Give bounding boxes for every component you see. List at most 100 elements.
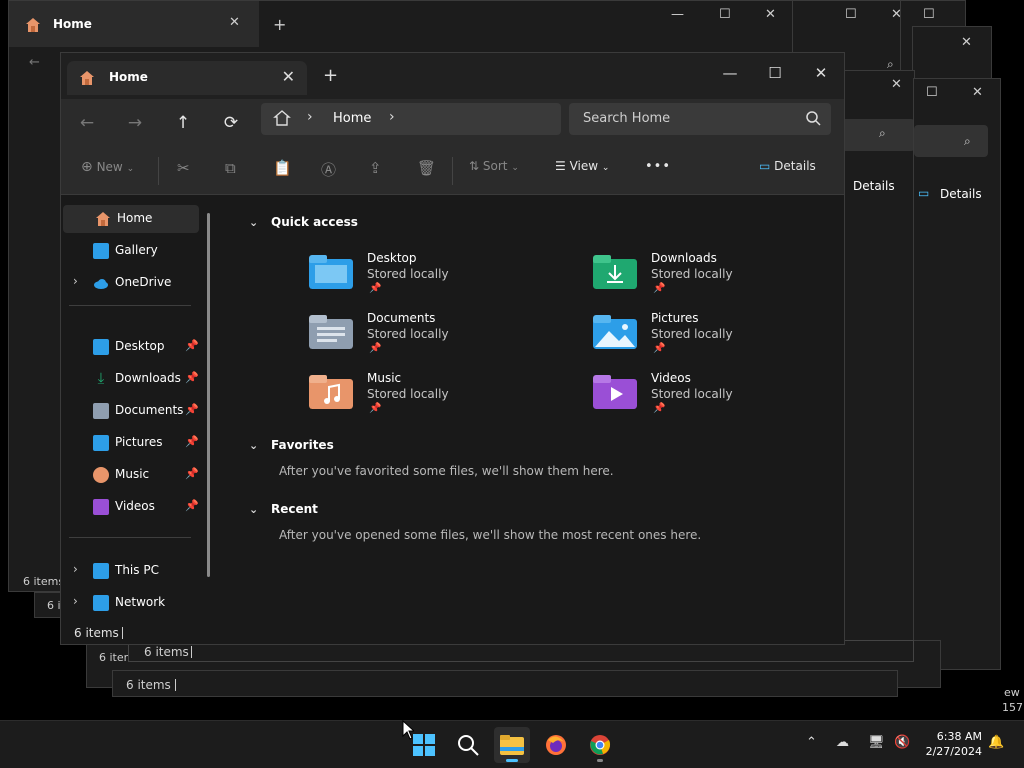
quick-access-desktop[interactable]: Desktop Stored locally 📌: [309, 251, 549, 303]
more-options-button[interactable]: •••: [645, 159, 671, 174]
breadcrumb-home[interactable]: Home: [333, 111, 371, 126]
bg-close[interactable]: ✕: [765, 7, 776, 22]
bg-maximize[interactable]: ☐: [719, 7, 731, 22]
sidebar-item-downloads[interactable]: ⤓ Downloads 📌: [61, 365, 201, 393]
bg-tab-title: Home: [53, 17, 92, 31]
file-explorer-window[interactable]: Home ✕ + — ☐ ✕ ← → ↑ ⟳ › Home › Search H…: [60, 52, 845, 645]
network-icon: [93, 595, 109, 611]
pictures-icon: [93, 435, 109, 451]
sidebar-scrollbar[interactable]: [207, 213, 210, 577]
close-button[interactable]: ✕: [799, 59, 843, 87]
bg-tab-close[interactable]: ✕: [229, 15, 240, 30]
network-icon[interactable]: 🖥: [868, 735, 885, 750]
cut-icon[interactable]: ✂: [177, 159, 190, 177]
pin-icon[interactable]: 📌: [185, 435, 199, 448]
sidebar-item-videos[interactable]: Videos 📌: [61, 493, 201, 521]
documents-folder-icon: [309, 315, 353, 349]
sidebar-item-documents[interactable]: Documents 📌: [61, 397, 201, 425]
pin-icon[interactable]: 📌: [185, 499, 199, 512]
content-area[interactable]: ⌄ Quick access Desktop Stored locally 📌 D…: [219, 195, 845, 620]
recent-header[interactable]: ⌄ Recent: [249, 502, 318, 516]
sidebar-item-onedrive[interactable]: › OneDrive: [61, 269, 201, 297]
copy-icon[interactable]: ⧉: [225, 159, 236, 177]
pin-icon[interactable]: 📌: [185, 467, 199, 480]
tab-close-icon[interactable]: ✕: [282, 67, 295, 86]
search-icon: [458, 735, 479, 756]
bg-new-tab[interactable]: +: [273, 15, 286, 34]
pin-icon[interactable]: 📌: [185, 403, 199, 416]
chrome-icon: [590, 735, 611, 755]
search-box[interactable]: Search Home: [569, 103, 831, 135]
home-icon: [96, 212, 110, 226]
new-button[interactable]: ⊕ New ⌄: [81, 159, 134, 175]
file-explorer-button[interactable]: [494, 727, 530, 763]
chevron-right-icon[interactable]: ›: [389, 109, 395, 125]
chevron-down-icon: ⌄: [511, 163, 519, 173]
title-bar[interactable]: Home ✕ + — ☐ ✕: [61, 53, 844, 99]
quick-access-documents[interactable]: Documents Stored locally 📌: [309, 311, 549, 363]
sidebar-item-network[interactable]: › Network: [61, 589, 201, 617]
sidebar-item-label: This PC: [115, 563, 159, 577]
view-button[interactable]: ☰ View ⌄: [555, 159, 609, 173]
firefox-button[interactable]: [538, 727, 574, 763]
volume-muted-icon[interactable]: 🔇: [894, 735, 910, 750]
recent-message: After you've opened some files, we'll sh…: [279, 528, 702, 542]
back-button[interactable]: ←: [75, 113, 99, 137]
sidebar-item-label: Pictures: [115, 435, 163, 449]
bg-minimize[interactable]: —: [671, 7, 684, 22]
item-count: 6 items: [74, 626, 119, 640]
details-button[interactable]: ▭ Details: [759, 159, 816, 173]
chrome-button[interactable]: [582, 727, 618, 763]
background-window-5[interactable]: ✕ ⌕ Details: [840, 70, 915, 662]
chevron-right-icon[interactable]: ›: [73, 562, 78, 576]
quick-access-header[interactable]: ⌄ Quick access: [249, 215, 358, 229]
sidebar-item-pictures[interactable]: Pictures 📌: [61, 429, 201, 457]
delete-icon[interactable]: 🗑: [417, 159, 436, 177]
paste-icon[interactable]: 📋: [273, 159, 292, 177]
background-window-6[interactable]: ☐ ✕ ⌕ ▭ Details: [913, 78, 1001, 670]
onedrive-offline-icon[interactable]: ☁: [836, 735, 849, 750]
videos-icon: [93, 499, 109, 515]
quick-access-pictures[interactable]: Pictures Stored locally 📌: [593, 311, 833, 363]
sidebar-item-music[interactable]: Music 📌: [61, 461, 201, 489]
sidebar-item-desktop[interactable]: Desktop 📌: [61, 333, 201, 361]
background-window-9[interactable]: 6 items: [112, 670, 898, 697]
sidebar-item-home[interactable]: Home: [63, 205, 199, 233]
navigation-pane[interactable]: Home Gallery › OneDrive Desktop 📌 ⤓ Down…: [61, 195, 211, 620]
share-icon[interactable]: ⇪: [369, 159, 382, 177]
chevron-right-icon[interactable]: ›: [73, 274, 78, 288]
notification-bell-icon[interactable]: 🔔: [988, 735, 1004, 750]
bg-status: 6 items: [23, 575, 65, 588]
quick-access-downloads[interactable]: Downloads Stored locally 📌: [593, 251, 833, 303]
sort-icon: ⇅: [469, 159, 480, 173]
new-tab-button[interactable]: +: [323, 65, 338, 86]
chevron-up-icon[interactable]: ⌃: [806, 735, 817, 750]
search-input[interactable]: Search Home: [583, 111, 670, 126]
sort-button[interactable]: ⇅ Sort ⌄: [469, 159, 519, 173]
chevron-right-icon[interactable]: ›: [73, 594, 78, 608]
sidebar-item-this-pc[interactable]: › This PC: [61, 557, 201, 585]
clock[interactable]: 6:38 AM 2/27/2024: [926, 729, 982, 759]
bg-back[interactable]: ←: [29, 55, 40, 70]
tab-home[interactable]: Home ✕: [67, 61, 307, 95]
quick-access-videos[interactable]: Videos Stored locally 📌: [593, 371, 833, 423]
up-button[interactable]: ↑: [171, 113, 195, 137]
edge-text-1: ew: [1004, 686, 1020, 699]
sidebar-item-label: OneDrive: [115, 275, 172, 289]
sidebar-item-gallery[interactable]: Gallery: [61, 237, 201, 265]
favorites-header[interactable]: ⌄ Favorites: [249, 438, 334, 452]
quick-access-music[interactable]: Music Stored locally 📌: [309, 371, 549, 423]
pin-icon[interactable]: 📌: [185, 371, 199, 384]
favorites-message: After you've favorited some files, we'll…: [279, 464, 614, 478]
refresh-button[interactable]: ⟳: [219, 113, 243, 137]
forward-button[interactable]: →: [123, 113, 147, 137]
search-button[interactable]: [450, 727, 486, 763]
pin-icon: 📌: [369, 343, 382, 354]
address-bar[interactable]: › Home ›: [261, 103, 561, 135]
mouse-cursor-icon: [402, 720, 414, 740]
start-icon: [413, 734, 435, 756]
minimize-button[interactable]: —: [708, 59, 752, 87]
pin-icon[interactable]: 📌: [185, 339, 199, 352]
rename-icon[interactable]: Ⓐ: [321, 159, 336, 180]
maximize-button[interactable]: ☐: [753, 59, 797, 87]
